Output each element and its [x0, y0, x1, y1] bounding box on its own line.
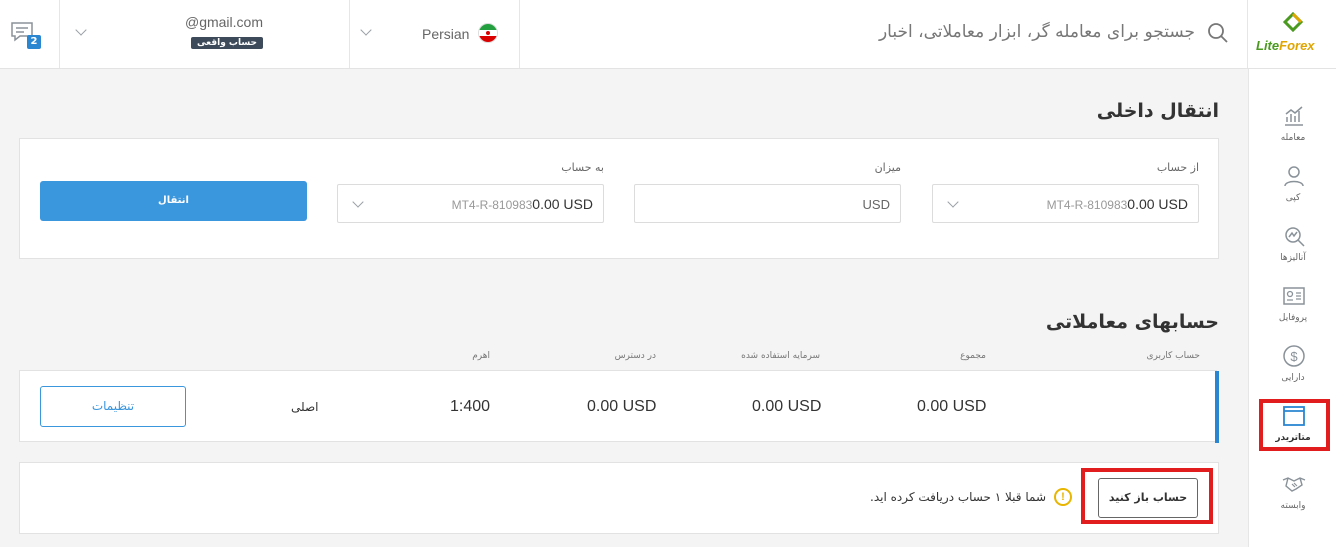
sidebar-item-metatrader[interactable]: متاتریدر: [1249, 399, 1336, 460]
from-account-select[interactable]: MT4-R-8109830.00 USD: [932, 184, 1199, 223]
sidebar-item-label: معامله: [1280, 133, 1306, 143]
chevron-down-icon: [75, 24, 87, 36]
sidebar-item-copy[interactable]: کپی: [1249, 160, 1336, 220]
analysis-icon: [1285, 227, 1305, 247]
accounts-title: حسابهای معاملاتی: [1045, 311, 1219, 333]
account-switcher[interactable]: @gmail.com حساب واقعی: [60, 0, 350, 68]
sidebar-item-assets[interactable]: $ دارایی: [1249, 340, 1336, 400]
settings-button[interactable]: تنظیمات: [40, 386, 186, 427]
internal-transfer-panel: از حساب MT4-R-8109830.00 USD میزان USD ب…: [19, 138, 1219, 259]
to-account-select[interactable]: MT4-R-8109830.00 USD: [337, 184, 604, 223]
sidebar-item-analysis[interactable]: آنالیزها: [1249, 220, 1336, 280]
sidebar-item-label: وابسته: [1280, 501, 1306, 511]
sidebar-item-label: دارایی: [1281, 373, 1305, 383]
logo-mark-icon: [1282, 11, 1304, 33]
sidebar-item-profile[interactable]: پروفایل: [1249, 280, 1336, 340]
transfer-button[interactable]: انتقال: [40, 181, 307, 221]
top-header: 2 @gmail.com حساب واقعی Persian جستجو بر…: [0, 0, 1336, 69]
table-row: 0.00 USD 0.00 USD 0.00 USD 1:400 اصلی تن…: [19, 370, 1219, 443]
dollar-icon: $: [1283, 345, 1305, 367]
chart-icon: [1285, 106, 1303, 126]
amount-label: میزان: [874, 161, 901, 174]
messages-count-badge: 2: [27, 35, 41, 49]
search-bar[interactable]: جستجو برای معامله گر، ابزار معاملاتی، اخ…: [520, 0, 1248, 68]
search-input[interactable]: جستجو برای معامله گر، ابزار معاملاتی، اخ…: [879, 22, 1195, 42]
sidebar-item-label: کپی: [1285, 193, 1301, 203]
copy-person-icon: [1284, 166, 1304, 187]
open-account-button[interactable]: حساب باز کنید: [1098, 478, 1198, 518]
used-value: 0.00 USD: [752, 398, 822, 415]
column-header-used: سرمایه استفاده شده: [741, 351, 820, 361]
column-header-leverage: اهرم: [472, 351, 490, 361]
logo-text: LiteForex: [1256, 38, 1315, 53]
main-content: انتقال داخلی از حساب MT4-R-8109830.00 US…: [0, 69, 1248, 547]
profile-card-icon: [1283, 287, 1305, 305]
sidebar-item-label: آنالیزها: [1280, 253, 1306, 263]
amount-field[interactable]: USD: [634, 184, 901, 223]
chevron-down-icon: [947, 196, 959, 208]
account-type-badge: حساب واقعی: [191, 37, 263, 49]
column-header-available: در دسترس: [614, 351, 656, 361]
column-header-account: حساب کاربری: [1146, 351, 1200, 361]
sidebar-item-trade[interactable]: معامله: [1249, 100, 1336, 160]
available-value: 0.00 USD: [587, 398, 657, 415]
account-type-value: اصلی: [291, 400, 319, 414]
total-value: 0.00 USD: [917, 398, 987, 415]
notice-text: شما قبلا ۱ حساب دریافت کرده اید.: [870, 490, 1046, 504]
sidebar-item-label: پروفایل: [1278, 313, 1308, 323]
from-account-value: MT4-R-8109830.00 USD: [1046, 196, 1188, 212]
amount-placeholder: USD: [862, 197, 890, 212]
to-account-label: به حساب: [561, 161, 604, 174]
language-label: Persian: [422, 26, 470, 42]
chevron-down-icon: [360, 24, 372, 36]
account-email: @gmail.com: [184, 14, 263, 30]
from-account-label: از حساب: [1156, 161, 1199, 174]
right-sidebar: معامله کپی آنالیزها پروفایل $ دارایی متا…: [1248, 69, 1336, 547]
chevron-down-icon: [352, 196, 364, 208]
messages-button[interactable]: 2: [0, 0, 60, 68]
notice-panel: حساب باز کنید ! شما قبلا ۱ حساب دریافت ک…: [19, 462, 1219, 534]
warning-icon: !: [1054, 488, 1072, 506]
highlight-box: [1259, 399, 1330, 451]
svg-text:$: $: [1290, 349, 1298, 364]
iran-flag-icon: [478, 23, 498, 43]
language-selector[interactable]: Persian: [350, 0, 520, 68]
column-header-total: مجموع: [960, 351, 986, 361]
row-accent-bar: [1215, 371, 1219, 443]
search-icon: [1208, 23, 1228, 43]
leverage-value: 1:400: [450, 398, 491, 415]
transfer-title: انتقال داخلی: [1096, 100, 1219, 122]
liteforex-logo: LiteForex: [1256, 10, 1330, 60]
handshake-icon: [1282, 477, 1306, 492]
to-account-value: MT4-R-8109830.00 USD: [451, 196, 593, 212]
sidebar-item-affiliate[interactable]: وابسته: [1249, 468, 1336, 528]
logo-link[interactable]: LiteForex: [1248, 0, 1336, 68]
